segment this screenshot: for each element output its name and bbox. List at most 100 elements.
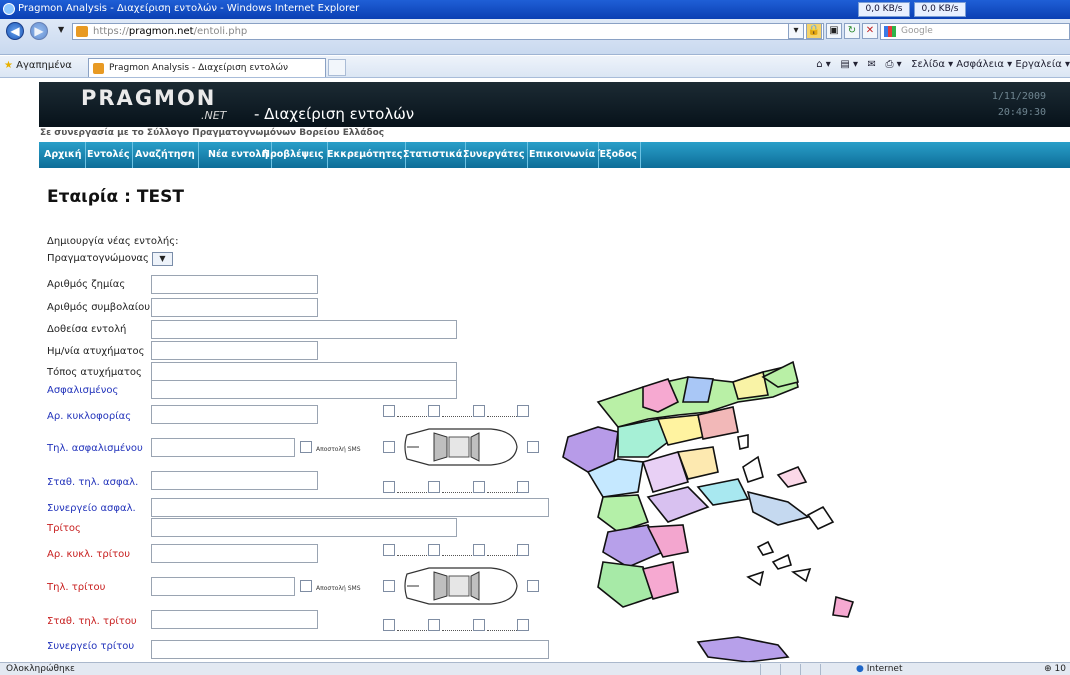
damage-checkbox[interactable] <box>428 405 440 417</box>
zoom-control[interactable]: ⊕ 10 <box>1044 664 1066 674</box>
url-host: pragmon.net <box>128 26 194 37</box>
nav-partners[interactable]: Συνεργάτες <box>460 142 529 168</box>
status-text: Ολοκληρώθηκε <box>6 664 75 674</box>
accident-date-label: Ημ/νία ατυχήματος <box>47 346 145 357</box>
third-landline-label: Σταθ. τηλ. τρίτου <box>47 616 137 627</box>
security-zone[interactable]: ● Internet <box>856 664 902 674</box>
third-plate-label: Αρ. κυκλ. τρίτου <box>47 549 131 560</box>
damage-checkbox[interactable] <box>517 544 529 556</box>
google-icon <box>884 26 896 37</box>
nav-contact[interactable]: Επικοινωνία <box>526 142 600 168</box>
damage-checkbox[interactable] <box>383 441 395 453</box>
nav-search[interactable]: Αναζήτηση <box>132 142 199 168</box>
damage-checkbox[interactable] <box>473 405 485 417</box>
url-path: /entoli.php <box>193 26 248 37</box>
plate-label: Αρ. κυκλοφορίας <box>47 411 132 422</box>
browser-tab[interactable]: Pragmon Analysis - Διαχείριση εντολών <box>88 58 326 77</box>
nav-orders[interactable]: Εντολές <box>84 142 134 168</box>
feeds-icon[interactable]: ▤ <box>840 59 849 70</box>
accident-date-input[interactable] <box>151 341 318 360</box>
address-dropdown-icon[interactable]: ▾ <box>788 23 804 39</box>
appraiser-label: Πραγματογνώμονας <box>47 253 149 264</box>
command-bar[interactable]: ⌂ ▾ ▤ ▾ ✉ ⎙ ▾ Σελίδα ▾ Ασφάλεια ▾ Εργαλε… <box>816 59 1070 70</box>
insured-input[interactable] <box>151 380 457 399</box>
damage-checkbox[interactable] <box>383 619 395 631</box>
stop-icon[interactable]: ✕ <box>862 23 878 39</box>
chevron-down-icon: ▼ <box>159 254 166 263</box>
globe-icon: ● <box>856 664 864 674</box>
command-bar-menus[interactable]: Σελίδα ▾ Ασφάλεια ▾ Εργαλεία ▾ <box>911 59 1070 70</box>
favorites-button[interactable]: ★ Αγαπημένα <box>4 60 72 71</box>
accident-place-input[interactable] <box>151 362 457 381</box>
third-phone-input[interactable] <box>151 577 295 596</box>
zone-text: Internet <box>866 664 903 674</box>
damage-dots <box>397 409 427 417</box>
damage-dots <box>397 623 427 631</box>
insured-landline-input[interactable] <box>151 471 318 490</box>
refresh-icon[interactable]: ↻ <box>844 23 860 39</box>
damage-checkbox[interactable] <box>383 481 395 493</box>
home-icon[interactable]: ⌂ <box>816 59 822 70</box>
search-placeholder: Google <box>901 26 933 36</box>
damage-checkbox[interactable] <box>517 405 529 417</box>
back-icon[interactable]: ◀ <box>6 22 24 40</box>
lock-icon[interactable]: 🔒 <box>806 23 822 39</box>
contract-no-input[interactable] <box>151 298 318 317</box>
damage-checkbox[interactable] <box>527 441 539 453</box>
nav-exit[interactable]: Έξοδος <box>595 142 641 168</box>
nav-statistics[interactable]: Στατιστικά <box>400 142 467 168</box>
damage-checkbox[interactable] <box>428 619 440 631</box>
third-party-label: Τρίτος <box>47 523 81 534</box>
header-time: 20:49:30 <box>997 107 1046 118</box>
site-logo[interactable]: PRAGMON <box>81 86 216 110</box>
forward-icon[interactable]: ▶ <box>30 22 48 40</box>
damage-checkbox[interactable] <box>527 580 539 592</box>
damage-checkbox[interactable] <box>428 544 440 556</box>
claim-no-input[interactable] <box>151 275 318 294</box>
site-header: PRAGMON .NET - Διαχείριση εντολών 1/11/2… <box>39 82 1070 127</box>
search-input[interactable]: Google <box>880 23 1070 40</box>
plate-input[interactable] <box>151 405 318 424</box>
given-order-label: Δοθείσα εντολή <box>47 324 127 335</box>
sms-label: Αποστολή SMS <box>316 446 361 453</box>
address-input[interactable]: https://pragmon.net/entoli.php <box>72 23 824 40</box>
damage-checkbox[interactable] <box>473 481 485 493</box>
damage-dots <box>397 548 427 556</box>
logo-text: PRAGMON <box>81 86 217 110</box>
damage-checkbox[interactable] <box>517 481 529 493</box>
third-garage-input[interactable] <box>151 640 549 659</box>
history-dropdown-icon[interactable]: ▼ <box>58 25 64 34</box>
damage-checkbox[interactable] <box>383 580 395 592</box>
car-diagram-icon <box>404 567 518 605</box>
damage-checkbox[interactable] <box>517 619 529 631</box>
tab-site-icon <box>93 63 104 74</box>
compat-view-icon[interactable]: ▣ <box>826 23 842 39</box>
damage-dots <box>442 548 472 556</box>
print-icon[interactable]: ⎙ <box>885 59 893 70</box>
status-bar: Ολοκληρώθηκε ● Internet ⊕ 10 <box>0 662 1070 675</box>
tab-title: Pragmon Analysis - Διαχείριση εντολών <box>109 63 289 73</box>
damage-checkbox[interactable] <box>383 405 395 417</box>
insured-phone-input[interactable] <box>151 438 295 457</box>
third-plate-input[interactable] <box>151 544 318 563</box>
nav-home[interactable]: Αρχική <box>41 142 86 168</box>
sms-checkbox[interactable] <box>300 441 312 453</box>
damage-checkbox[interactable] <box>473 544 485 556</box>
mail-icon[interactable]: ✉ <box>868 59 876 70</box>
new-tab-button[interactable] <box>328 59 346 76</box>
third-landline-input[interactable] <box>151 610 318 629</box>
appraiser-select[interactable]: ▼ <box>152 252 173 266</box>
sms-checkbox[interactable] <box>300 580 312 592</box>
third-phone-label: Τηλ. τρίτου <box>47 582 106 593</box>
damage-checkbox[interactable] <box>428 481 440 493</box>
given-order-input[interactable] <box>151 320 457 339</box>
upload-rate: 0,0 KB/s <box>914 2 966 17</box>
star-icon: ★ <box>4 60 13 71</box>
third-party-input[interactable] <box>151 518 457 537</box>
insured-garage-input[interactable] <box>151 498 549 517</box>
damage-checkbox[interactable] <box>473 619 485 631</box>
sms-label: Αποστολή SMS <box>316 585 361 592</box>
nav-forecasts[interactable]: Προβλέψεις <box>259 142 328 168</box>
damage-checkbox[interactable] <box>383 544 395 556</box>
nav-pending[interactable]: Εκκρεμότητες <box>324 142 407 168</box>
